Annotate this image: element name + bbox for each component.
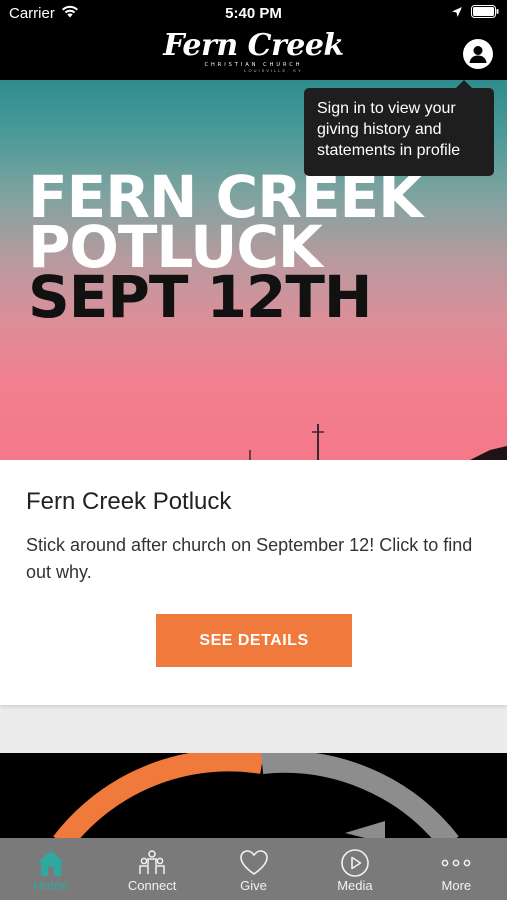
sign-in-tooltip[interactable]: Sign in to view your giving history and … xyxy=(304,80,494,176)
logo-main: Fern Creek xyxy=(163,28,344,63)
people-icon xyxy=(136,848,168,878)
profile-button[interactable] xyxy=(463,39,493,69)
media-card-preview[interactable] xyxy=(0,753,507,843)
tab-more[interactable]: More xyxy=(406,838,507,900)
hero-title: FERN CREEK POTLUCK SEPT 12TH xyxy=(28,168,423,331)
horizon-silhouette xyxy=(249,424,507,460)
tab-connect[interactable]: Connect xyxy=(101,838,202,900)
hero-line-3: SEPT 12TH xyxy=(28,263,372,331)
location-arrow-icon xyxy=(451,5,463,22)
tab-bar: Home Connect Give Media More xyxy=(0,838,507,900)
status-bar: Carrier 5:40 PM xyxy=(0,0,507,28)
tab-label-connect: Connect xyxy=(127,878,177,893)
app-header: Fern Creek CHRISTIAN CHURCH LOUISVILLE, … xyxy=(0,28,507,80)
tab-label-more: More xyxy=(441,878,472,893)
logo-location: LOUISVILLE, KY xyxy=(244,68,303,73)
tab-home[interactable]: Home xyxy=(0,838,101,900)
event-title: Fern Creek Potluck xyxy=(26,488,232,515)
event-description: Stick around after church on September 1… xyxy=(26,535,473,582)
tab-label-home: Home xyxy=(33,878,69,893)
heart-icon xyxy=(239,848,269,878)
event-card: Fern Creek Potluck Stick around after ch… xyxy=(0,460,507,705)
play-icon xyxy=(340,848,370,878)
tab-media[interactable]: Media xyxy=(304,838,405,900)
app-screen: Carrier 5:40 PM Fern Creek CHRISTIAN CHU… xyxy=(0,0,507,900)
tab-give[interactable]: Give xyxy=(203,838,304,900)
tab-label-give: Give xyxy=(240,878,267,893)
status-time: 5:40 PM xyxy=(225,5,282,22)
battery-icon xyxy=(471,5,499,22)
more-icon xyxy=(440,848,472,878)
see-details-button[interactable]: SEE DETAILS xyxy=(156,614,352,667)
tab-label-media: Media xyxy=(337,878,373,893)
circle-graphic xyxy=(53,753,459,843)
profile-icon xyxy=(469,46,487,63)
status-right xyxy=(451,5,499,22)
home-icon xyxy=(36,848,66,878)
church-logo: Fern Creek CHRISTIAN CHURCH LOUISVILLE, … xyxy=(0,28,507,74)
